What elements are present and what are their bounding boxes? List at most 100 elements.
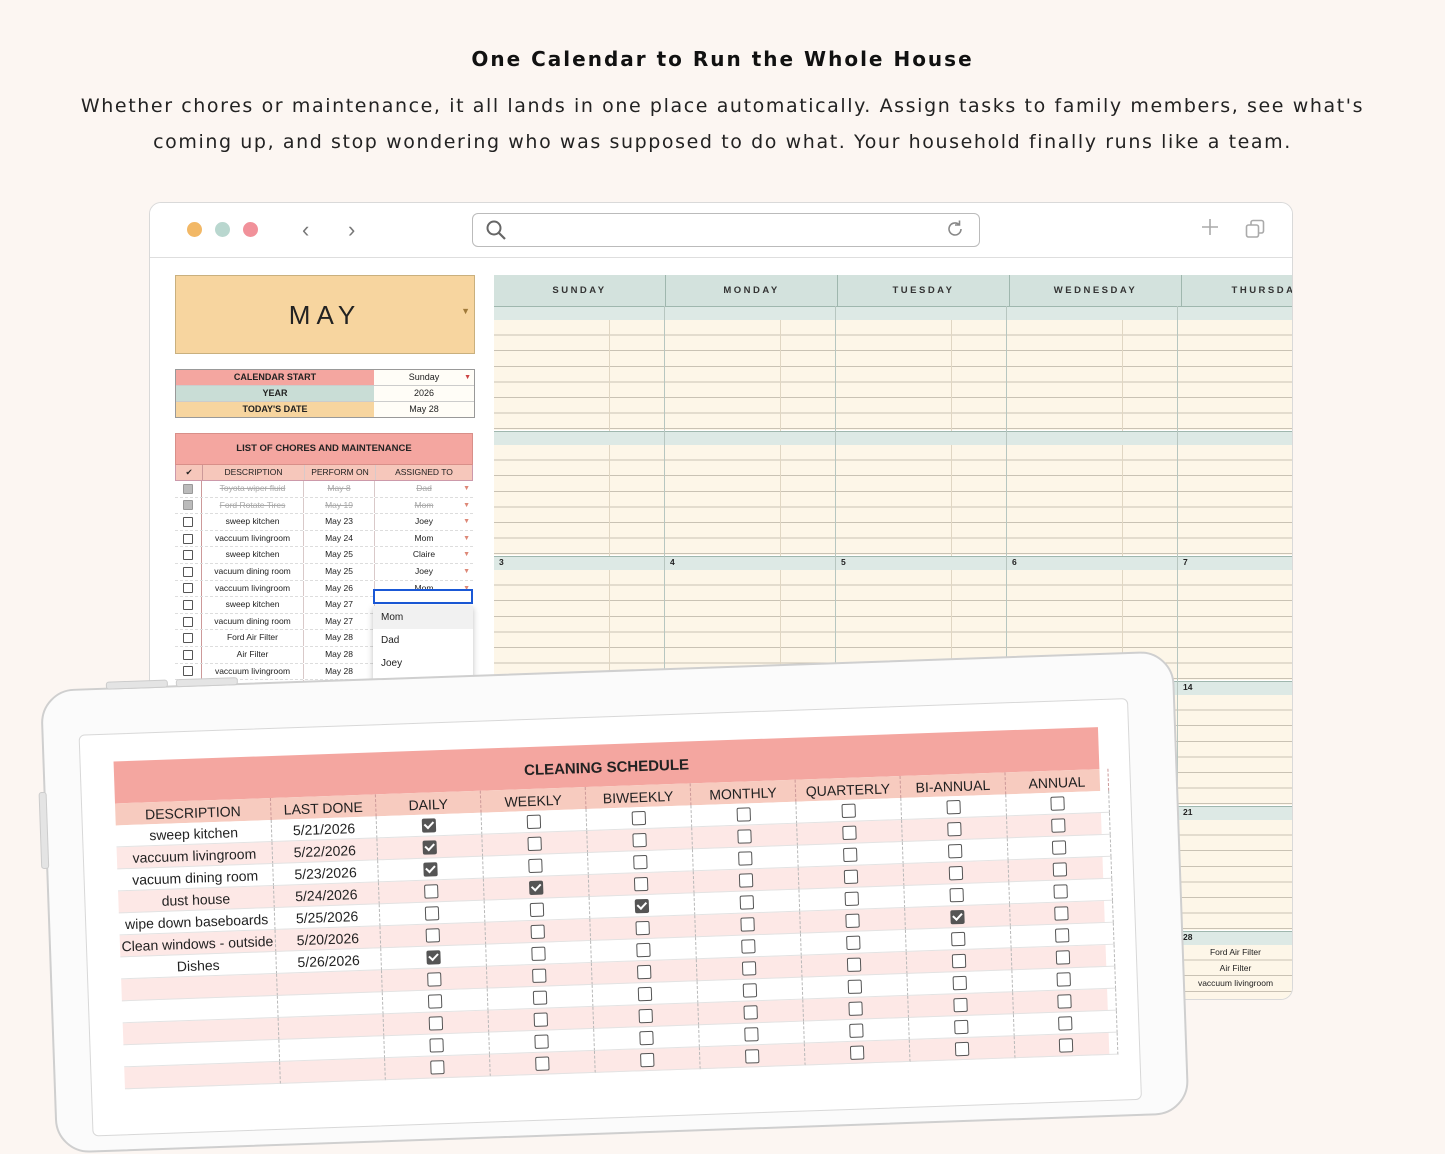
dropdown-caret-icon[interactable]: ▼ — [463, 531, 470, 547]
checkbox[interactable] — [843, 869, 859, 884]
checkbox[interactable] — [633, 876, 649, 892]
chore-done-cell[interactable] — [175, 580, 202, 597]
chore-done-cell[interactable] — [175, 563, 202, 580]
chore-perform-on[interactable]: May 26 — [304, 580, 375, 597]
chore-done-cell[interactable] — [175, 481, 202, 497]
checkbox[interactable] — [183, 566, 193, 577]
checkbox[interactable] — [951, 953, 967, 969]
checkbox[interactable] — [183, 533, 193, 544]
checkbox[interactable] — [952, 975, 968, 991]
checkbox[interactable] — [534, 1034, 549, 1049]
chore-description[interactable]: vaccuum livingroom — [202, 580, 304, 597]
settings-value[interactable]: Sunday ▼ — [374, 370, 474, 385]
checkbox[interactable] — [842, 847, 858, 862]
checkbox[interactable] — [954, 1019, 969, 1035]
schedule-check-cell[interactable] — [1014, 1032, 1119, 1059]
window-close-dot[interactable] — [243, 222, 258, 237]
forward-arrow-icon[interactable]: › — [348, 217, 355, 243]
checkbox[interactable] — [1056, 972, 1071, 987]
checkbox[interactable] — [947, 843, 963, 859]
checkbox[interactable] — [424, 906, 440, 921]
chore-perform-on[interactable]: May 28 — [304, 630, 375, 646]
checkbox[interactable] — [847, 979, 863, 994]
chore-assigned-to[interactable]: Mom▼ — [375, 531, 473, 547]
chore-assigned-to[interactable]: Joey ▼ — [375, 564, 473, 580]
checkbox[interactable] — [422, 840, 437, 855]
chore-description[interactable]: Toyota wiper fluid — [202, 481, 304, 497]
checkbox[interactable] — [1050, 796, 1065, 811]
reload-icon[interactable] — [945, 219, 965, 239]
chore-description[interactable]: vacuum dining room — [202, 563, 304, 580]
chore-perform-on[interactable]: May 28 — [304, 646, 375, 663]
address-bar[interactable] — [472, 213, 980, 247]
checkbox[interactable] — [1054, 928, 1070, 943]
checkbox[interactable] — [951, 931, 966, 947]
checkbox[interactable] — [634, 898, 650, 914]
checkbox[interactable] — [183, 649, 193, 660]
checkbox[interactable] — [841, 803, 856, 818]
calendar-event[interactable]: Air Filter — [1178, 963, 1292, 973]
checkbox[interactable] — [1058, 1037, 1074, 1053]
checkbox[interactable] — [632, 832, 647, 848]
settings-value[interactable]: 2026 — [374, 386, 474, 401]
checkbox[interactable] — [425, 927, 441, 943]
checkbox[interactable] — [183, 516, 193, 527]
checkbox[interactable] — [423, 862, 438, 877]
checkbox[interactable] — [846, 957, 862, 972]
checkbox[interactable] — [426, 949, 441, 965]
checkbox[interactable] — [744, 1048, 760, 1064]
dropdown-caret-icon[interactable]: ▼ — [463, 547, 470, 563]
checkbox[interactable] — [430, 1059, 445, 1075]
chore-description[interactable]: Air Filter — [202, 646, 304, 663]
checkbox[interactable] — [1054, 906, 1069, 921]
checkbox[interactable] — [429, 1037, 444, 1053]
checkbox[interactable] — [531, 946, 546, 961]
assign-option[interactable]: Joey — [373, 652, 473, 675]
chore-perform-on[interactable]: May 27 — [304, 597, 375, 613]
chore-perform-on[interactable]: May 25 — [304, 547, 375, 563]
chore-perform-on[interactable]: May 23 — [304, 514, 375, 530]
checkbox[interactable] — [526, 814, 542, 829]
chore-done-cell[interactable] — [175, 497, 202, 514]
dropdown-caret-icon[interactable]: ▼ — [461, 306, 470, 316]
checkbox[interactable] — [183, 666, 193, 677]
checkbox[interactable] — [532, 968, 547, 983]
chore-description[interactable]: sweep kitchen — [202, 547, 304, 563]
calendar-event[interactable]: Ford Air Filter — [1178, 947, 1292, 957]
checkbox[interactable] — [183, 500, 193, 511]
assign-option[interactable]: Mom — [373, 606, 473, 629]
checkbox[interactable] — [848, 1001, 863, 1016]
checkbox[interactable] — [183, 583, 193, 594]
tabs-overview-icon[interactable] — [1245, 219, 1265, 239]
chore-perform-on[interactable]: May 27 — [304, 613, 375, 630]
checkbox[interactable] — [183, 550, 193, 561]
chore-assigned-to[interactable]: Joey ▼ — [375, 514, 473, 530]
checkbox[interactable] — [427, 993, 443, 1009]
checkbox[interactable] — [842, 825, 857, 840]
checkbox[interactable] — [633, 854, 648, 870]
checkbox[interactable] — [533, 1012, 549, 1027]
month-selector[interactable]: MAY ▼ — [175, 275, 475, 354]
checkbox[interactable] — [1055, 950, 1071, 965]
checkbox[interactable] — [743, 1004, 758, 1020]
chore-description[interactable]: sweep kitchen — [202, 597, 304, 613]
schedule-check-cell[interactable] — [385, 1054, 491, 1081]
schedule-check-cell[interactable] — [909, 1036, 1016, 1062]
dropdown-caret-icon[interactable]: ▼ — [463, 514, 470, 530]
checkbox[interactable] — [1051, 818, 1066, 833]
checkbox[interactable] — [639, 1030, 654, 1046]
chore-done-cell[interactable] — [175, 514, 202, 530]
checkbox[interactable] — [427, 971, 442, 987]
checkbox[interactable] — [742, 982, 758, 998]
chore-assigned-to[interactable]: Claire ▼ — [375, 547, 473, 563]
checkbox[interactable] — [744, 1026, 759, 1042]
chore-perform-on[interactable]: May 25 — [304, 563, 375, 580]
assign-option[interactable]: Dad — [373, 629, 473, 652]
checkbox[interactable] — [1057, 993, 1072, 1009]
checkbox[interactable] — [637, 986, 653, 1002]
back-arrow-icon[interactable]: ‹ — [302, 217, 309, 243]
chore-description[interactable]: sweep kitchen — [202, 514, 304, 530]
checkbox[interactable] — [640, 1052, 655, 1068]
calendar-event[interactable]: vaccuum livingroom — [1178, 978, 1292, 988]
checkbox[interactable] — [947, 821, 962, 837]
